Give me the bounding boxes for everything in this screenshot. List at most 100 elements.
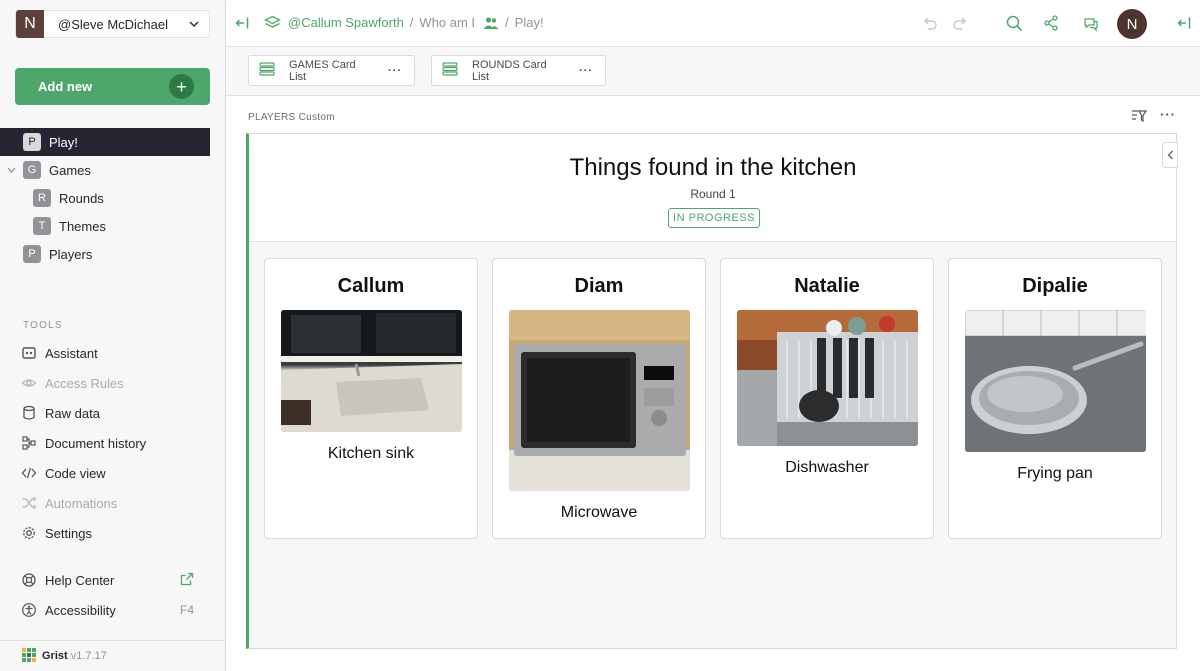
redo-icon[interactable] xyxy=(952,15,968,31)
tool-assistant[interactable]: Assistant xyxy=(20,342,98,364)
workspace-icon xyxy=(264,15,281,30)
microwave-photo xyxy=(509,310,690,491)
tool-label: Access Rules xyxy=(45,375,124,391)
player-name: Diam xyxy=(574,275,624,297)
game-header: Things found in the kitchen Round 1 IN P… xyxy=(249,134,1176,242)
status-badge: IN PROGRESS xyxy=(668,208,760,228)
top-bar: @Callum Spawforth / Who am I / Play! N xyxy=(226,0,1200,47)
breadcrumb: @Callum Spawforth / Who am I / Play! xyxy=(264,15,544,30)
page-badge: T xyxy=(33,217,51,235)
card-list-icon xyxy=(259,62,275,79)
product-version: v1.7.17 xyxy=(70,650,107,662)
tool-label: Raw data xyxy=(45,405,100,421)
page-item-play[interactable]: P Play! xyxy=(0,128,210,156)
player-answer: Frying pan xyxy=(1017,465,1093,482)
widget-title: GAMES Card List xyxy=(289,58,356,83)
breadcrumb-page[interactable]: Play! xyxy=(515,15,544,30)
page-label: Themes xyxy=(59,218,106,234)
grist-logo-icon xyxy=(22,647,36,665)
more-options-icon[interactable]: ··· xyxy=(579,65,593,77)
tool-raw-data[interactable]: Raw data xyxy=(20,402,100,424)
search-icon[interactable] xyxy=(1006,15,1023,32)
history-icon xyxy=(20,434,38,452)
tool-label: Settings xyxy=(45,525,92,541)
accessibility-link[interactable]: Accessibility F4 xyxy=(20,599,210,621)
collapse-right-panel-icon[interactable] xyxy=(1177,16,1191,30)
share-icon[interactable] xyxy=(1043,15,1059,31)
tool-label: Document history xyxy=(45,435,147,451)
sort-filter-icon[interactable] xyxy=(1131,109,1148,128)
gear-icon xyxy=(20,524,38,542)
eye-icon xyxy=(20,374,38,392)
page-label: Games xyxy=(49,162,91,178)
player-name: Dipalie xyxy=(1022,275,1088,297)
page-item-games[interactable]: G Games xyxy=(0,156,210,184)
custom-widget-frame: Things found in the kitchen Round 1 IN P… xyxy=(246,133,1177,649)
chevron-left-icon[interactable] xyxy=(1162,142,1178,168)
page-item-players[interactable]: P Players xyxy=(0,240,210,268)
external-link-icon[interactable] xyxy=(180,572,194,591)
tools-heading: TOOLS xyxy=(23,320,63,331)
section-menu-icon[interactable]: ··· xyxy=(1160,107,1176,122)
left-panel: N @Sleve McDichael Add new + P Play! G G… xyxy=(0,0,226,671)
assistant-icon xyxy=(20,344,38,362)
card-list-icon xyxy=(442,62,458,79)
add-new-button[interactable]: Add new + xyxy=(15,68,210,105)
more-options-icon[interactable]: ··· xyxy=(388,65,402,77)
tool-label: Code view xyxy=(45,465,106,481)
page-badge: G xyxy=(23,161,41,179)
page-label: Rounds xyxy=(59,190,104,206)
org-avatar: N xyxy=(16,10,44,38)
game-title: Things found in the kitchen xyxy=(569,154,857,181)
database-icon xyxy=(20,404,38,422)
frying-pan-photo xyxy=(965,310,1146,452)
shuffle-icon xyxy=(20,494,38,512)
widget-games-card-list[interactable]: GAMES Card List ··· xyxy=(248,55,415,86)
user-avatar[interactable]: N xyxy=(1117,9,1147,39)
player-card: Diam Microwave xyxy=(492,258,706,539)
page-label: Players xyxy=(49,246,93,262)
chevron-down-icon[interactable] xyxy=(7,165,16,176)
player-answer: Dishwasher xyxy=(785,459,869,476)
lifebuoy-icon xyxy=(20,571,38,589)
code-icon xyxy=(20,464,38,482)
breadcrumb-separator: / xyxy=(505,15,509,30)
player-card: Natalie Dishwasher xyxy=(720,258,934,539)
section-title[interactable]: PLAYERS Custom xyxy=(248,112,335,123)
widget-rounds-card-list[interactable]: ROUNDS Card List ··· xyxy=(431,55,606,86)
page-badge: R xyxy=(33,189,51,207)
collapse-left-panel-icon[interactable] xyxy=(235,16,249,30)
widget-title: ROUNDS Card List xyxy=(472,58,547,83)
breadcrumb-workspace[interactable]: @Callum Spawforth xyxy=(288,15,404,30)
tool-settings[interactable]: Settings xyxy=(20,522,92,544)
dishwasher-photo xyxy=(737,310,918,446)
accessibility-icon xyxy=(20,601,38,619)
shortcut-key: F4 xyxy=(180,603,195,617)
users-icon xyxy=(483,16,499,30)
tool-access-rules[interactable]: Access Rules xyxy=(20,372,124,394)
page-badge: P xyxy=(23,245,41,263)
page-label: Play! xyxy=(49,134,78,150)
tool-document-history[interactable]: Document history xyxy=(20,432,146,454)
page-item-themes[interactable]: T Themes xyxy=(0,212,210,240)
sidebar-footer: Grist v1.7.17 xyxy=(0,640,226,671)
tool-code-view[interactable]: Code view xyxy=(20,462,106,484)
breadcrumb-document[interactable]: Who am I xyxy=(419,15,475,30)
breadcrumb-separator: / xyxy=(409,15,414,30)
help-center-link[interactable]: Help Center xyxy=(20,569,200,591)
page-item-rounds[interactable]: R Rounds xyxy=(0,184,210,212)
player-answer: Kitchen sink xyxy=(327,445,415,462)
org-switcher[interactable]: N @Sleve McDichael xyxy=(15,10,210,38)
kitchen-sink-photo xyxy=(281,310,462,432)
tool-label: Assistant xyxy=(45,345,98,361)
player-name: Callum xyxy=(337,275,405,297)
comments-icon[interactable] xyxy=(1083,16,1099,32)
tool-automations[interactable]: Automations xyxy=(20,492,117,514)
round-label: Round 1 xyxy=(690,187,736,201)
add-new-label: Add new xyxy=(38,79,93,94)
undo-icon[interactable] xyxy=(922,15,938,31)
plus-icon: + xyxy=(169,74,194,99)
tool-label: Automations xyxy=(45,495,118,511)
player-card: Dipalie Frying pan xyxy=(948,258,1162,539)
player-card: Callum Kitchen sink xyxy=(264,258,478,539)
